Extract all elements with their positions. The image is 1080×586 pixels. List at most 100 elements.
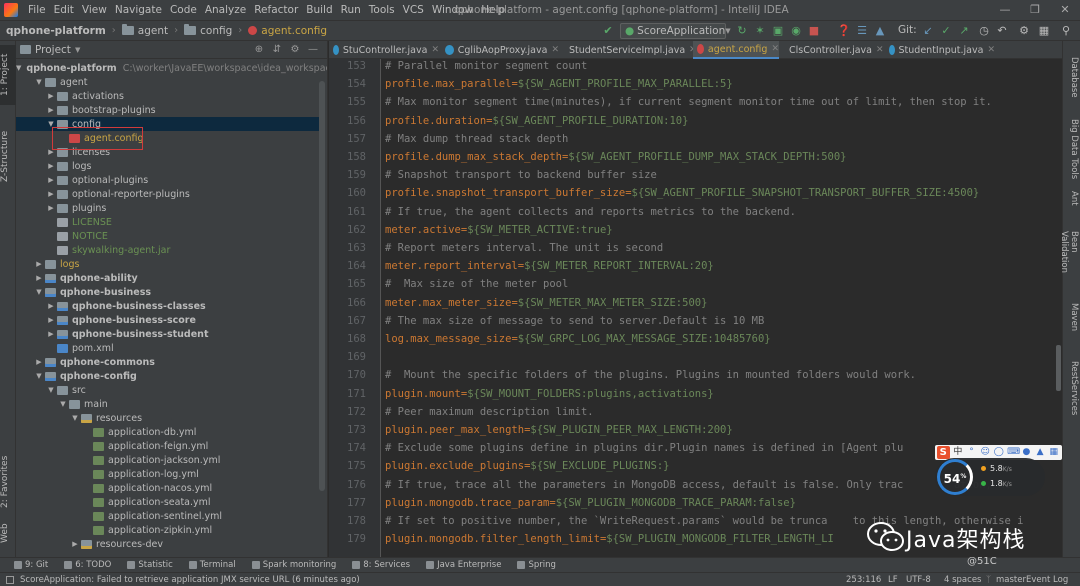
code-line[interactable]: # Mount the specific folders of the plug…	[385, 366, 916, 384]
right-tool-tab-bean-validation[interactable]: Bean Validation	[1059, 231, 1079, 297]
collapsed-arrow-icon[interactable]: ▶	[46, 204, 56, 212]
ime-punctuation-icon[interactable]: °	[966, 447, 977, 458]
hide-panel-icon[interactable]: —	[306, 43, 320, 57]
collapsed-arrow-icon[interactable]: ▶	[34, 260, 44, 268]
project-view-title[interactable]: Project	[35, 44, 71, 56]
close-tab-icon[interactable]: ✕	[876, 45, 884, 55]
code-line[interactable]: profile.dump_max_stack_depth=${SW_AGENT_…	[385, 148, 847, 166]
tree-item[interactable]: application-log.yml	[16, 467, 322, 481]
tool-window-button[interactable]: 8: Services	[352, 560, 410, 570]
collapsed-arrow-icon[interactable]: ▶	[46, 190, 56, 198]
code-line[interactable]: # Max dump thread stack depth	[385, 130, 568, 148]
git-branch[interactable]: master	[996, 573, 1026, 586]
code-line[interactable]: plugin.mount=${SW_MOUNT_FOLDERS:plugins,…	[385, 385, 714, 403]
stop-icon[interactable]: ■	[806, 23, 822, 39]
tree-item[interactable]: application-zipkin.yml	[16, 523, 322, 537]
web-tool-tab[interactable]: Web	[0, 521, 16, 545]
tree-item[interactable]: application-seata.yml	[16, 495, 322, 509]
tree-item[interactable]: ▼ qphone-config	[16, 369, 322, 383]
tree-item[interactable]: ▶ resources-dev	[16, 537, 322, 551]
code-line[interactable]: plugin.exclude_plugins=${SW_EXCLUDE_PLUG…	[385, 457, 669, 475]
expanded-arrow-icon[interactable]: ▼	[70, 414, 80, 422]
collapsed-arrow-icon[interactable]: ▶	[46, 106, 56, 114]
project-structure-icon[interactable]: ▦	[1036, 23, 1052, 39]
code-line[interactable]: # Exclude some plugins define in plugins…	[385, 439, 903, 457]
tree-item[interactable]: ▶ qphone-ability	[16, 271, 322, 285]
code-line[interactable]: # Max size of the meter pool	[385, 275, 568, 293]
git-update-icon[interactable]: ↙	[920, 23, 936, 39]
tree-item[interactable]: ▶ activations	[16, 89, 322, 103]
tree-item[interactable]: ▼ main	[16, 397, 322, 411]
maven-icon[interactable]: ▲	[872, 23, 888, 39]
ime-voice-icon[interactable]: ◯	[993, 447, 1004, 458]
right-tool-tab-maven[interactable]: Maven	[1065, 303, 1079, 339]
close-tab-icon[interactable]: ✕	[551, 45, 559, 55]
code-line[interactable]: # Report meters interval. The unit is se…	[385, 239, 663, 257]
expanded-arrow-icon[interactable]: ▼	[34, 78, 44, 86]
close-tab-icon[interactable]: ✕	[771, 44, 779, 54]
tool-window-button[interactable]: Terminal	[188, 560, 236, 570]
expanded-arrow-icon[interactable]: ▼	[34, 372, 44, 380]
gear-icon[interactable]: ⚙	[288, 43, 302, 57]
menu-item-code[interactable]: Code	[166, 0, 201, 20]
collapsed-arrow-icon[interactable]: ▶	[46, 330, 56, 338]
tree-item[interactable]: skywalking-agent.jar	[16, 243, 322, 257]
tool-window-button[interactable]: Spring	[517, 560, 556, 570]
collapsed-arrow-icon[interactable]: ▶	[46, 176, 56, 184]
tree-item[interactable]: ▼ src	[16, 383, 322, 397]
code-line[interactable]: plugin.peer_max_length=${SW_PLUGIN_PEER_…	[385, 421, 733, 439]
git-push-icon[interactable]: ↗	[956, 23, 972, 39]
right-tool-tab-big-data-tools[interactable]: Big Data Tools	[1065, 119, 1079, 185]
tree-item[interactable]: application-db.yml	[16, 425, 322, 439]
right-tool-tab-database[interactable]: Database	[1065, 57, 1079, 113]
breadcrumb-item[interactable]: agent	[121, 24, 168, 37]
build-icon[interactable]: ☰	[854, 23, 870, 39]
tree-item[interactable]: ▶ optional-reporter-plugins	[16, 187, 322, 201]
restore-window-button[interactable]: ❐	[1020, 0, 1050, 20]
locate-file-icon[interactable]: ⊕	[252, 43, 266, 57]
code-line[interactable]: log.max_message_size=${SW_GRPC_LOG_MAX_M…	[385, 330, 771, 348]
code-line[interactable]: profile.max_parallel=${SW_AGENT_PROFILE_…	[385, 75, 733, 93]
expanded-arrow-icon[interactable]: ▼	[34, 288, 44, 296]
chevron-down-icon[interactable]: ▼	[75, 46, 80, 54]
file-encoding[interactable]: UTF-8	[906, 573, 931, 586]
debug-icon[interactable]: ✶	[752, 23, 768, 39]
tree-item[interactable]: ▶ qphone-business-score	[16, 313, 322, 327]
rollback-icon[interactable]: ↶	[994, 23, 1010, 39]
menu-item-navigate[interactable]: Navigate	[111, 0, 166, 20]
breadcrumb-item[interactable]: qphone-platform	[6, 25, 106, 37]
collapsed-arrow-icon[interactable]: ▶	[46, 302, 56, 310]
toggle-tool-windows-icon[interactable]	[6, 575, 14, 584]
tree-item[interactable]: ▼ agent	[16, 75, 322, 89]
tool-window-button[interactable]: Java Enterprise	[426, 560, 501, 570]
collapse-all-icon[interactable]: ⇵	[270, 43, 284, 57]
menu-item-edit[interactable]: Edit	[50, 0, 78, 20]
breadcrumb-item[interactable]: agent.config	[248, 25, 327, 37]
code-line[interactable]: profile.duration=${SW_AGENT_PROFILE_DURA…	[385, 112, 688, 130]
close-tab-icon[interactable]: ✕	[987, 45, 995, 55]
collapsed-arrow-icon[interactable]: ▶	[34, 274, 44, 282]
editor-tab[interactable]: CglibAopProxy.java ✕	[441, 41, 559, 59]
profile-icon[interactable]: ◉	[788, 23, 804, 39]
tree-item[interactable]: application-feign.yml	[16, 439, 322, 453]
expanded-arrow-icon[interactable]: ▼	[46, 386, 56, 394]
project-tree-scrollbar[interactable]	[319, 81, 325, 491]
code-line[interactable]: plugin.mongodb.trace_param=${SW_PLUGIN_M…	[385, 494, 796, 512]
editor-tab[interactable]: StudentInput.java ✕	[885, 41, 995, 59]
close-window-button[interactable]: ✕	[1050, 0, 1080, 20]
ime-language-icon[interactable]: 中	[953, 447, 964, 458]
structure-tool-tab[interactable]: Z-Structure	[0, 121, 16, 191]
caret-position[interactable]: 253:116	[846, 573, 881, 586]
sogou-logo-icon[interactable]: S	[937, 446, 950, 459]
menu-item-file[interactable]: File	[24, 0, 50, 20]
tree-item[interactable]: NOTICE	[16, 229, 322, 243]
tree-item[interactable]: ▶ qphone-commons	[16, 355, 322, 369]
code-line[interactable]: # Snapshot transport to backend buffer s…	[385, 166, 657, 184]
tool-window-button[interactable]: 9: Git	[14, 560, 48, 570]
collapsed-arrow-icon[interactable]: ▶	[34, 358, 44, 366]
editor-tab[interactable]: agent.config ✕	[693, 41, 779, 59]
collapsed-arrow-icon[interactable]: ▶	[46, 92, 56, 100]
tree-item[interactable]: ▼ resources	[16, 411, 322, 425]
right-tool-tab-ant[interactable]: Ant	[1065, 191, 1079, 221]
tool-window-button[interactable]: Spark monitoring	[251, 560, 336, 570]
